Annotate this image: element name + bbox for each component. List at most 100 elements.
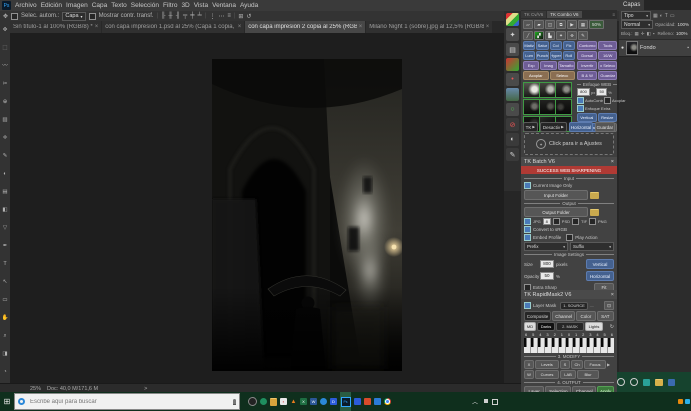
pen-panel-icon[interactable]: ✎ — [506, 148, 519, 161]
brush-tool[interactable]: ✛ — [0, 129, 10, 147]
document-image[interactable] — [212, 59, 402, 371]
mic-icon[interactable] — [233, 399, 236, 405]
scale-4l[interactable]: 4 — [539, 332, 541, 337]
teal-app-icon[interactable] — [643, 379, 650, 386]
tk-batch-header[interactable]: TK Batch V6 × — [521, 157, 617, 166]
layer-filter-dropdown[interactable]: Tipo▾ — [621, 11, 651, 20]
roll-button[interactable]: Roll — [563, 51, 575, 60]
menu-filtro[interactable]: Filtro — [163, 2, 177, 9]
fill-value[interactable]: 100% — [676, 31, 688, 36]
input-folder-button[interactable]: Input Folder — [524, 190, 588, 200]
embed-profile-checkbox[interactable] — [524, 234, 531, 241]
opacity-input[interactable]: 50 — [540, 272, 554, 280]
arrow-right-icon[interactable]: ▶ — [607, 362, 610, 367]
orange-app-icon[interactable] — [364, 398, 371, 405]
imag-button[interactable]: Imag — [540, 61, 556, 70]
mask-piano-strip[interactable] — [524, 338, 614, 353]
lightblue-app-icon[interactable] — [374, 398, 381, 405]
blue-app-icon[interactable] — [354, 398, 361, 405]
psd-checkbox[interactable] — [553, 218, 560, 225]
x-selecc-button[interactable]: x Selecc — [598, 61, 617, 70]
menu-ayuda[interactable]: Ayuda — [240, 2, 258, 9]
guardar-button[interactable]: Guardar — [598, 71, 617, 80]
modify-s-button[interactable]: S — [560, 360, 570, 369]
lock-all-icon[interactable]: ▪ — [653, 31, 655, 36]
rapidmask-header[interactable]: TK RapidMask2 V6 × — [521, 290, 617, 299]
sparkle-icon[interactable]: ✦ — [556, 31, 566, 40]
d-app-icon[interactable]: D — [330, 398, 337, 405]
suffix-field[interactable]: Suffix▾ — [570, 242, 614, 251]
close-icon[interactable]: × — [95, 24, 99, 30]
autocontr-checkbox[interactable] — [577, 97, 584, 104]
scale-0[interactable]: 0 — [568, 332, 570, 337]
invertir-button[interactable]: Invertir — [577, 61, 597, 70]
curves-button[interactable]: Curves — [535, 370, 559, 379]
history-brush-tool[interactable]: ◐ — [0, 165, 10, 183]
scale-6r[interactable]: 6 — [611, 332, 613, 337]
tray-onedrive-icon[interactable] — [678, 399, 683, 404]
menu-ventana[interactable]: Ventana — [212, 2, 236, 9]
mask-scale-row[interactable]: 6543210123456 — [524, 332, 614, 337]
scale-5r[interactable]: 5 — [604, 332, 606, 337]
scale-2l[interactable]: 2 — [554, 332, 556, 337]
screen-mode-tool[interactable]: ◨ — [0, 345, 10, 363]
source-option-icon[interactable]: ⊡ — [604, 301, 614, 310]
notes-app-icon[interactable]: ▪ — [280, 398, 287, 405]
dupe-doc-icon[interactable]: ▰ — [534, 20, 544, 29]
scale-2r[interactable]: 2 — [582, 332, 584, 337]
layers-icon[interactable]: ◫ — [545, 20, 555, 29]
show-transform-checkbox[interactable] — [89, 13, 96, 20]
auto-select-checkbox[interactable] — [11, 13, 18, 20]
edge-icon[interactable] — [320, 398, 327, 405]
blend-mode-dropdown[interactable]: Normal▾ — [621, 20, 653, 29]
tk-color-panel-icon[interactable] — [506, 58, 519, 71]
size-input[interactable]: 800 — [540, 260, 554, 268]
panel-menu-icon[interactable]: ≡ — [612, 12, 615, 17]
filter-adjustment-icon[interactable]: ◐ — [660, 13, 663, 19]
modify-x-button[interactable]: X — [524, 360, 534, 369]
dorsal-button[interactable]: Dorsal — [577, 51, 597, 60]
folder-icon[interactable] — [590, 209, 599, 216]
tif-checkbox[interactable] — [572, 218, 579, 225]
layer-thumbnail[interactable] — [626, 41, 638, 55]
green-circle-app-icon[interactable] — [260, 398, 267, 405]
guardar-footer-button[interactable]: Guardar — [595, 122, 615, 132]
tab-capas[interactable]: Capas — [619, 0, 644, 11]
close-icon[interactable]: × — [611, 292, 614, 298]
layer-row-fondo[interactable]: ● Fondo ▪ — [619, 39, 691, 57]
menu-vista[interactable]: Vista — [194, 2, 208, 9]
desactiv-button[interactable]: Desactiv▶ — [540, 122, 567, 132]
align-left-icon[interactable]: ╟ — [161, 13, 165, 19]
healing-tool[interactable]: ▨ — [0, 111, 10, 129]
web-pct-input[interactable]: 50 — [596, 88, 607, 96]
lum-button[interactable]: Lum — [523, 51, 535, 60]
shape-tool[interactable]: ▭ — [0, 291, 10, 309]
visibility-eye-icon[interactable]: ● — [621, 45, 624, 51]
document-tab[interactable]: Sin título-1 al 100% (RGB/8) * × — [10, 21, 101, 33]
composite-button[interactable]: Composite — [524, 311, 551, 321]
focus-button[interactable]: Focus — [584, 360, 606, 369]
marquee-tool[interactable]: ⬚ — [0, 39, 10, 57]
menu-capa[interactable]: Capa — [92, 2, 108, 9]
tools-button[interactable]: Tools — [598, 41, 617, 50]
lights-button[interactable]: Lights — [585, 322, 603, 331]
start-button[interactable]: ⊞ — [0, 392, 14, 411]
ch-button[interactable]: Ch — [571, 360, 583, 369]
zoom-tool[interactable]: ⌕ — [0, 327, 10, 345]
folder-icon[interactable] — [590, 192, 599, 199]
blue-app-icon[interactable] — [668, 379, 675, 386]
chrome-icon[interactable] — [384, 398, 391, 405]
scale-3r[interactable]: 3 — [589, 332, 591, 337]
satur-button[interactable]: Satur — [536, 41, 548, 50]
refresh-icon[interactable]: ↻ — [610, 324, 614, 330]
srgb-checkbox[interactable] — [524, 226, 531, 233]
lock-pixels-icon[interactable]: ◧ — [647, 31, 651, 37]
layer-mask-checkbox[interactable] — [524, 302, 531, 309]
no-entry-panel-icon[interactable]: ⊘ — [506, 118, 519, 131]
photoshop-taskbar-button[interactable]: Ps — [340, 392, 351, 411]
dark-browser-icon[interactable] — [248, 397, 257, 406]
eraser-tool[interactable]: ▤ — [0, 183, 10, 201]
horizontal-footer-button[interactable]: Horizontal — [569, 122, 593, 132]
batch-vertical-button[interactable]: Vertical — [586, 259, 614, 269]
distribute-v-icon[interactable]: ⋮ — [209, 13, 215, 20]
